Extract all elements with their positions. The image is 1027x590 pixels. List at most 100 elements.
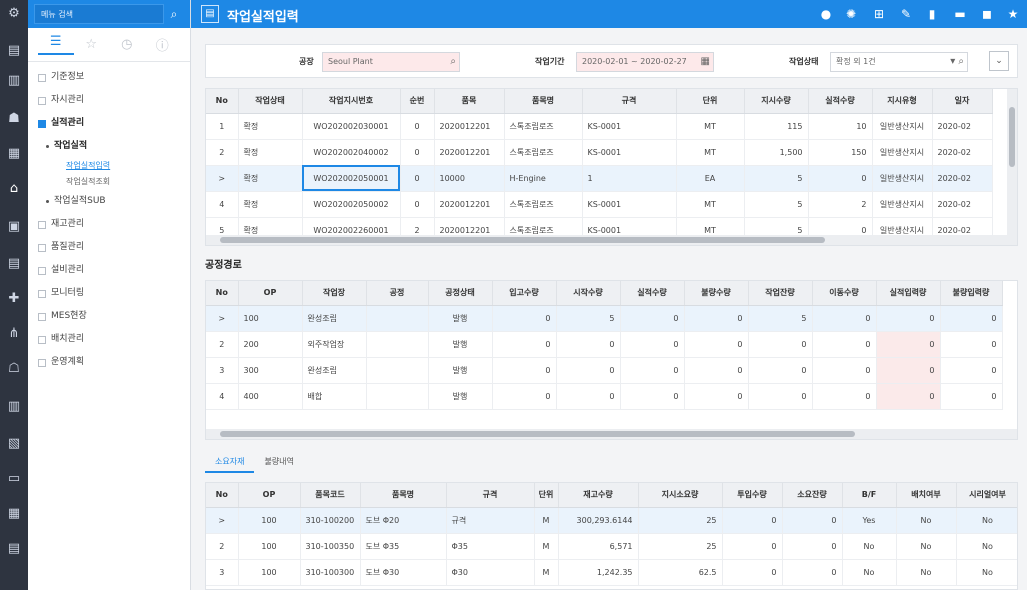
table-row[interactable]: 3 100 310-100300 도브 Φ30 Φ30 M 1,242.35 62.5 0 0 No… [206, 559, 1017, 586]
table-cell[interactable]: 3 [206, 357, 239, 384]
table-cell[interactable]: 0 [620, 357, 685, 384]
collapse-button[interactable]: ⌄ [989, 51, 1009, 71]
calendar-icon[interactable]: ▦ [701, 53, 710, 71]
table-cell[interactable]: 0 [748, 357, 813, 384]
column-header[interactable]: 실적수량 [620, 281, 685, 306]
table-cell[interactable]: 0 [492, 331, 557, 358]
table-cell[interactable]: 0 [876, 331, 941, 358]
table-cell[interactable]: 2 [808, 191, 873, 218]
table-cell[interactable]: 0 [748, 383, 813, 410]
table-cell[interactable]: WO202002030001 [302, 113, 401, 140]
table-cell[interactable]: 스톡조립로즈 [504, 191, 583, 218]
sidebar-item[interactable]: 작업실적 [28, 135, 190, 158]
table-cell[interactable]: 배합 [302, 383, 367, 410]
table-cell[interactable]: 도브 Φ30 [360, 559, 447, 586]
sidebar-item[interactable]: 모니터링 [28, 282, 190, 305]
table-cell[interactable]: 발행 [428, 383, 493, 410]
table-cell[interactable]: 300,293.6144 [558, 507, 639, 534]
work-grid-hscroll[interactable] [206, 235, 1017, 245]
table-cell[interactable]: > [206, 165, 239, 192]
table-cell[interactable]: No [842, 559, 897, 586]
history-icon[interactable]: ◷ [109, 37, 145, 52]
table-cell[interactable]: 2020-02 [932, 165, 993, 192]
table-cell[interactable]: 일반생산지시 [872, 139, 933, 166]
table-row[interactable]: 2 100 310-100350 도브 Φ35 Φ35 M 6,571 25 0 0 No No No [206, 533, 1017, 560]
table-cell[interactable]: 3 [206, 559, 239, 586]
column-header[interactable]: OP [238, 483, 301, 508]
sidebar-item[interactable]: 자시관리 [28, 89, 190, 112]
table-cell[interactable]: 발행 [428, 305, 493, 332]
status-select[interactable]: 확정 외 1건 ▾ ⌕ [830, 52, 968, 72]
table-cell[interactable]: 100 [238, 305, 303, 332]
table-cell[interactable]: 100 [238, 507, 301, 534]
table-cell[interactable]: 2020012201 [434, 139, 505, 166]
table-cell[interactable]: 100 [238, 559, 301, 586]
table-cell[interactable]: MT [676, 113, 745, 140]
network-icon[interactable]: ⋔ [5, 325, 23, 343]
table-row[interactable]: 3 300 완성조립 발행 0 0 0 0 0 0 0 0 [206, 357, 1003, 384]
table-cell[interactable]: 1 [206, 113, 239, 140]
table-cell[interactable]: No [896, 559, 957, 586]
table-cell[interactable]: 0 [812, 331, 877, 358]
sidebar-item[interactable]: 실적관리 [28, 112, 190, 135]
table-cell[interactable]: 일반생산지시 [872, 165, 933, 192]
archive-icon[interactable]: ▤ [5, 540, 23, 558]
table-cell[interactable]: 25 [638, 533, 723, 560]
column-header[interactable]: 규격 [446, 483, 535, 508]
table-cell[interactable]: 5 [744, 191, 809, 218]
table-cell[interactable]: 0 [492, 357, 557, 384]
column-header[interactable]: 규격 [582, 89, 677, 114]
table-row[interactable]: 4 400 배합 발행 0 0 0 0 0 0 0 0 [206, 383, 1003, 410]
table-cell[interactable]: M [534, 559, 559, 586]
table-cell[interactable]: 0 [782, 507, 843, 534]
table-cell[interactable]: Yes [842, 507, 897, 534]
table-cell[interactable]: KS-0001 [582, 191, 677, 218]
column-header[interactable]: 단위 [676, 89, 745, 114]
table-row[interactable]: > 확정 WO202002050001 0 10000 H-Engine 1 EA 5 0 일반생산… [206, 165, 993, 192]
column-header[interactable]: 단위 [534, 483, 559, 508]
document-icon[interactable]: ▤ [5, 255, 23, 273]
table-cell[interactable]: 5 [744, 165, 809, 192]
table-cell[interactable] [366, 331, 429, 358]
table-cell[interactable]: WO202002050001 [302, 165, 401, 192]
table-row[interactable]: 1 확정 WO202002030001 0 2020012201 스톡조립로즈 KS-000… [206, 113, 993, 140]
table-cell[interactable]: MT [676, 191, 745, 218]
period-field[interactable]: 2020-02-01 ~ 2020-02-27 ▦ [576, 52, 714, 72]
table-cell[interactable]: 확정 [238, 191, 303, 218]
table-cell[interactable]: 1,242.35 [558, 559, 639, 586]
column-header[interactable]: 작업장 [302, 281, 367, 306]
table-cell[interactable]: 0 [400, 139, 435, 166]
table-cell[interactable]: 0 [876, 305, 941, 332]
column-header[interactable]: No [206, 89, 239, 114]
column-header[interactable]: 품목명 [504, 89, 583, 114]
sidebar-item[interactable]: 기준정보 [28, 66, 190, 89]
table-cell[interactable]: 300 [238, 357, 303, 384]
table-cell[interactable]: WO202002040002 [302, 139, 401, 166]
column-header[interactable]: 지시수량 [744, 89, 809, 114]
sidebar-item[interactable]: 작업실적조회 [28, 174, 190, 190]
table-cell[interactable]: 4 [206, 191, 239, 218]
table-cell[interactable]: 200 [238, 331, 303, 358]
sidebar-item[interactable]: 품질관리 [28, 236, 190, 259]
column-header[interactable]: 시작수량 [556, 281, 621, 306]
column-header[interactable]: B/F [842, 483, 897, 508]
table-cell[interactable]: 0 [812, 305, 877, 332]
column-header[interactable]: 작업상태 [238, 89, 303, 114]
table-cell[interactable]: 2020012201 [434, 191, 505, 218]
table-cell[interactable]: 0 [556, 331, 621, 358]
table-cell[interactable]: M [534, 533, 559, 560]
table-cell[interactable]: 0 [940, 357, 1003, 384]
table-cell[interactable]: 발행 [428, 357, 493, 384]
table-cell[interactable]: 150 [808, 139, 873, 166]
table-cell[interactable]: 4 [206, 383, 239, 410]
column-header[interactable]: 지시유형 [872, 89, 933, 114]
table-cell[interactable]: H-Engine [504, 165, 583, 192]
table-cell[interactable]: 0 [400, 191, 435, 218]
building-icon[interactable]: ▥ [5, 398, 23, 416]
table-cell[interactable]: 0 [556, 357, 621, 384]
table-cell[interactable]: M [534, 507, 559, 534]
robot-icon[interactable]: ☖ [5, 360, 23, 378]
table-cell[interactable]: > [206, 305, 239, 332]
calendar-icon[interactable]: ▦ [5, 505, 23, 523]
table-cell[interactable]: Φ35 [446, 533, 535, 560]
